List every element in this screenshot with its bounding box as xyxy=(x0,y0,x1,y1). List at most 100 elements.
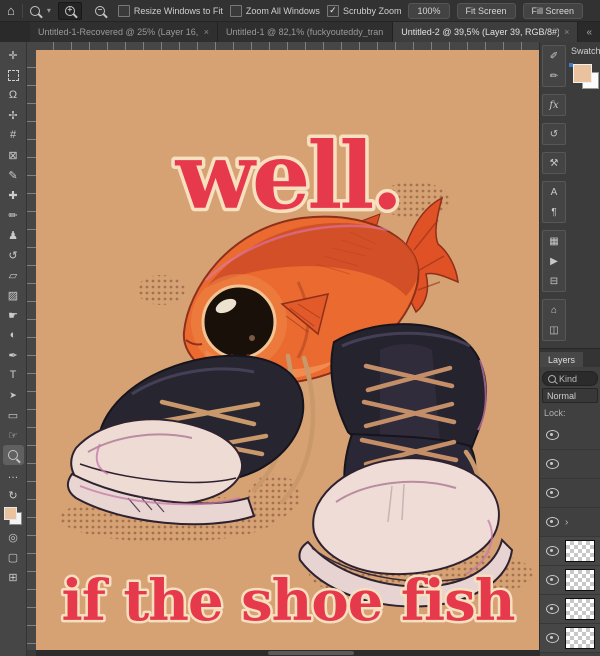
workspace-button[interactable]: ⊞ xyxy=(3,567,24,587)
layer-filter-field[interactable]: Kind xyxy=(542,371,598,386)
layer-visibility-eye-icon[interactable] xyxy=(546,575,559,585)
layers-panel-tab[interactable]: Layers xyxy=(540,352,583,367)
brush-settings-panel-icon[interactable]: ✏ xyxy=(543,66,565,86)
type-tool[interactable]: T xyxy=(3,365,24,385)
edit-toolbar-button[interactable]: … xyxy=(3,465,24,485)
checkbox-icon[interactable] xyxy=(230,5,242,17)
layer-visibility-eye-icon[interactable] xyxy=(546,430,559,440)
layer-styles-panel-icon[interactable]: fx xyxy=(543,95,565,115)
checkbox-checked-icon[interactable]: ✓ xyxy=(327,5,339,17)
fit-screen-button[interactable]: Fit Screen xyxy=(457,3,516,19)
marquee-icon xyxy=(8,70,19,81)
path-selection-tool[interactable]: ➤ xyxy=(3,385,24,405)
fill-screen-button[interactable]: Fill Screen xyxy=(523,3,584,19)
checkbox-icon[interactable] xyxy=(118,5,130,17)
artwork-fish-in-sneakers: well. xyxy=(36,50,540,650)
tab-untitled-2[interactable]: Untitled-2 @ 39,5% (Layer 39, RGB/8#) * … xyxy=(393,22,578,42)
tab-untitled-1[interactable]: Untitled-1 @ 82,1% (fuckyouteddy_tran... xyxy=(218,22,393,42)
smudge-tool[interactable]: ☛ xyxy=(3,305,24,325)
foreground-swatch[interactable] xyxy=(573,64,592,83)
zoom-all-windows-checkbox[interactable]: Zoom All Windows xyxy=(230,5,320,17)
color-swatches[interactable] xyxy=(3,507,23,525)
history-brush-tool[interactable]: ↺ xyxy=(3,245,24,265)
tab-untitled-1-recovered[interactable]: Untitled-1-Recovered @ 25% (Layer 16,...… xyxy=(30,22,218,42)
zoom-100-button[interactable]: 100% xyxy=(408,3,449,19)
layer-thumbnail[interactable] xyxy=(565,569,595,591)
magnifier-icon xyxy=(8,450,18,460)
crop-tool[interactable]: # xyxy=(3,125,24,145)
eyedropper-tool[interactable]: ✎ xyxy=(3,165,24,185)
layer-visibility-eye-icon[interactable] xyxy=(546,633,559,643)
chevron-down-icon[interactable]: ▾ xyxy=(47,6,51,15)
lock-row: Lock: xyxy=(540,405,600,421)
foreground-color-swatch[interactable] xyxy=(4,507,17,520)
marquee-tool[interactable] xyxy=(3,65,24,85)
quick-mask-button[interactable]: ◎ xyxy=(3,527,24,547)
search-icon xyxy=(548,375,556,383)
brush-tool[interactable]: ✏ xyxy=(3,205,24,225)
actions-panel-icon[interactable]: ▶ xyxy=(543,251,565,271)
move-tool[interactable]: ✛ xyxy=(3,45,24,65)
notes-panel-icon[interactable]: ⊟ xyxy=(543,271,565,291)
resize-windows-checkbox[interactable]: Resize Windows to Fit xyxy=(118,5,223,17)
lasso-tool[interactable]: Ω xyxy=(3,85,24,105)
layer-row[interactable] xyxy=(540,537,600,566)
zoom-tool-icon[interactable] xyxy=(30,6,40,16)
layer-visibility-eye-icon[interactable] xyxy=(546,604,559,614)
properties-panel-icon[interactable]: ◫ xyxy=(543,320,565,340)
brush-panel-icon[interactable]: ✐ xyxy=(543,46,565,66)
layer-visibility-eye-icon[interactable] xyxy=(546,546,559,556)
blend-mode-select[interactable]: Normal xyxy=(542,388,598,403)
zoom-in-button[interactable]: + xyxy=(58,2,82,20)
lock-label: Lock: xyxy=(544,408,566,418)
close-icon[interactable]: × xyxy=(204,27,209,37)
eraser-tool[interactable]: ▱ xyxy=(3,265,24,285)
layer-thumbnail[interactable] xyxy=(565,540,595,562)
gradient-tool[interactable]: ▨ xyxy=(3,285,24,305)
layer-row[interactable] xyxy=(540,479,600,508)
zoom-tool[interactable] xyxy=(3,445,24,465)
collapsed-panels-strip: ✐ ✏ fx ↺ ⚒ A ¶ ▦ ▶ ⊟ ⌂ ◫ xyxy=(542,45,566,348)
layer-row[interactable] xyxy=(540,421,600,450)
layer-visibility-eye-icon[interactable] xyxy=(546,488,559,498)
tool-presets-panel-icon[interactable]: ⚒ xyxy=(543,153,565,173)
collapse-dock-icon[interactable]: « xyxy=(578,22,600,42)
history-panel-icon[interactable]: ↺ xyxy=(543,124,565,144)
group-expander-icon[interactable]: › xyxy=(565,517,568,528)
zoom-out-button[interactable]: − xyxy=(89,3,111,19)
layer-row[interactable] xyxy=(540,595,600,624)
right-dock: ✐ ✏ fx ↺ ⚒ A ¶ ▦ ▶ ⊟ ⌂ ◫ xyxy=(539,42,600,656)
layer-row[interactable] xyxy=(540,624,600,653)
divider xyxy=(22,4,23,18)
rotate-view-tool[interactable]: ↻ xyxy=(3,485,24,505)
paragraph-panel-icon[interactable]: ¶ xyxy=(543,202,565,222)
scrollbar-thumb[interactable] xyxy=(268,651,354,655)
canvas[interactable]: well. xyxy=(36,50,540,650)
checkbox-label: Scrubby Zoom xyxy=(343,6,402,16)
layer-visibility-eye-icon[interactable] xyxy=(546,459,559,469)
layer-filter-value: Kind xyxy=(559,374,577,384)
healing-brush-tool[interactable]: ✚ xyxy=(3,185,24,205)
screen-mode-button[interactable]: ▢ xyxy=(3,547,24,567)
home-icon[interactable]: ⌂ xyxy=(7,4,15,17)
layer-row[interactable] xyxy=(540,450,600,479)
scrubby-zoom-checkbox[interactable]: ✓ Scrubby Zoom xyxy=(327,5,402,17)
dodge-tool[interactable]: ◐ xyxy=(3,325,24,345)
timeline-panel-icon[interactable]: ▦ xyxy=(543,231,565,251)
hand-tool[interactable]: ☞ xyxy=(3,425,24,445)
pen-tool[interactable]: ✒ xyxy=(3,345,24,365)
layer-visibility-eye-icon[interactable] xyxy=(546,517,559,527)
object-selection-tool[interactable]: ✢ xyxy=(3,105,24,125)
clone-stamp-tool[interactable]: ♟ xyxy=(3,225,24,245)
character-panel-icon[interactable]: A xyxy=(543,182,565,202)
layer-group-row[interactable]: › xyxy=(540,508,600,537)
layer-thumbnail[interactable] xyxy=(565,627,595,649)
layer-thumbnail[interactable] xyxy=(565,598,595,620)
close-icon[interactable]: × xyxy=(564,27,569,37)
shape-tool[interactable]: ▭ xyxy=(3,405,24,425)
layer-row[interactable] xyxy=(540,566,600,595)
libraries-panel-icon[interactable]: ⌂ xyxy=(543,300,565,320)
frame-tool[interactable]: ⊠ xyxy=(3,145,24,165)
swatches-panel-label[interactable]: Swatches xyxy=(569,42,600,60)
horizontal-scrollbar[interactable] xyxy=(36,650,540,656)
